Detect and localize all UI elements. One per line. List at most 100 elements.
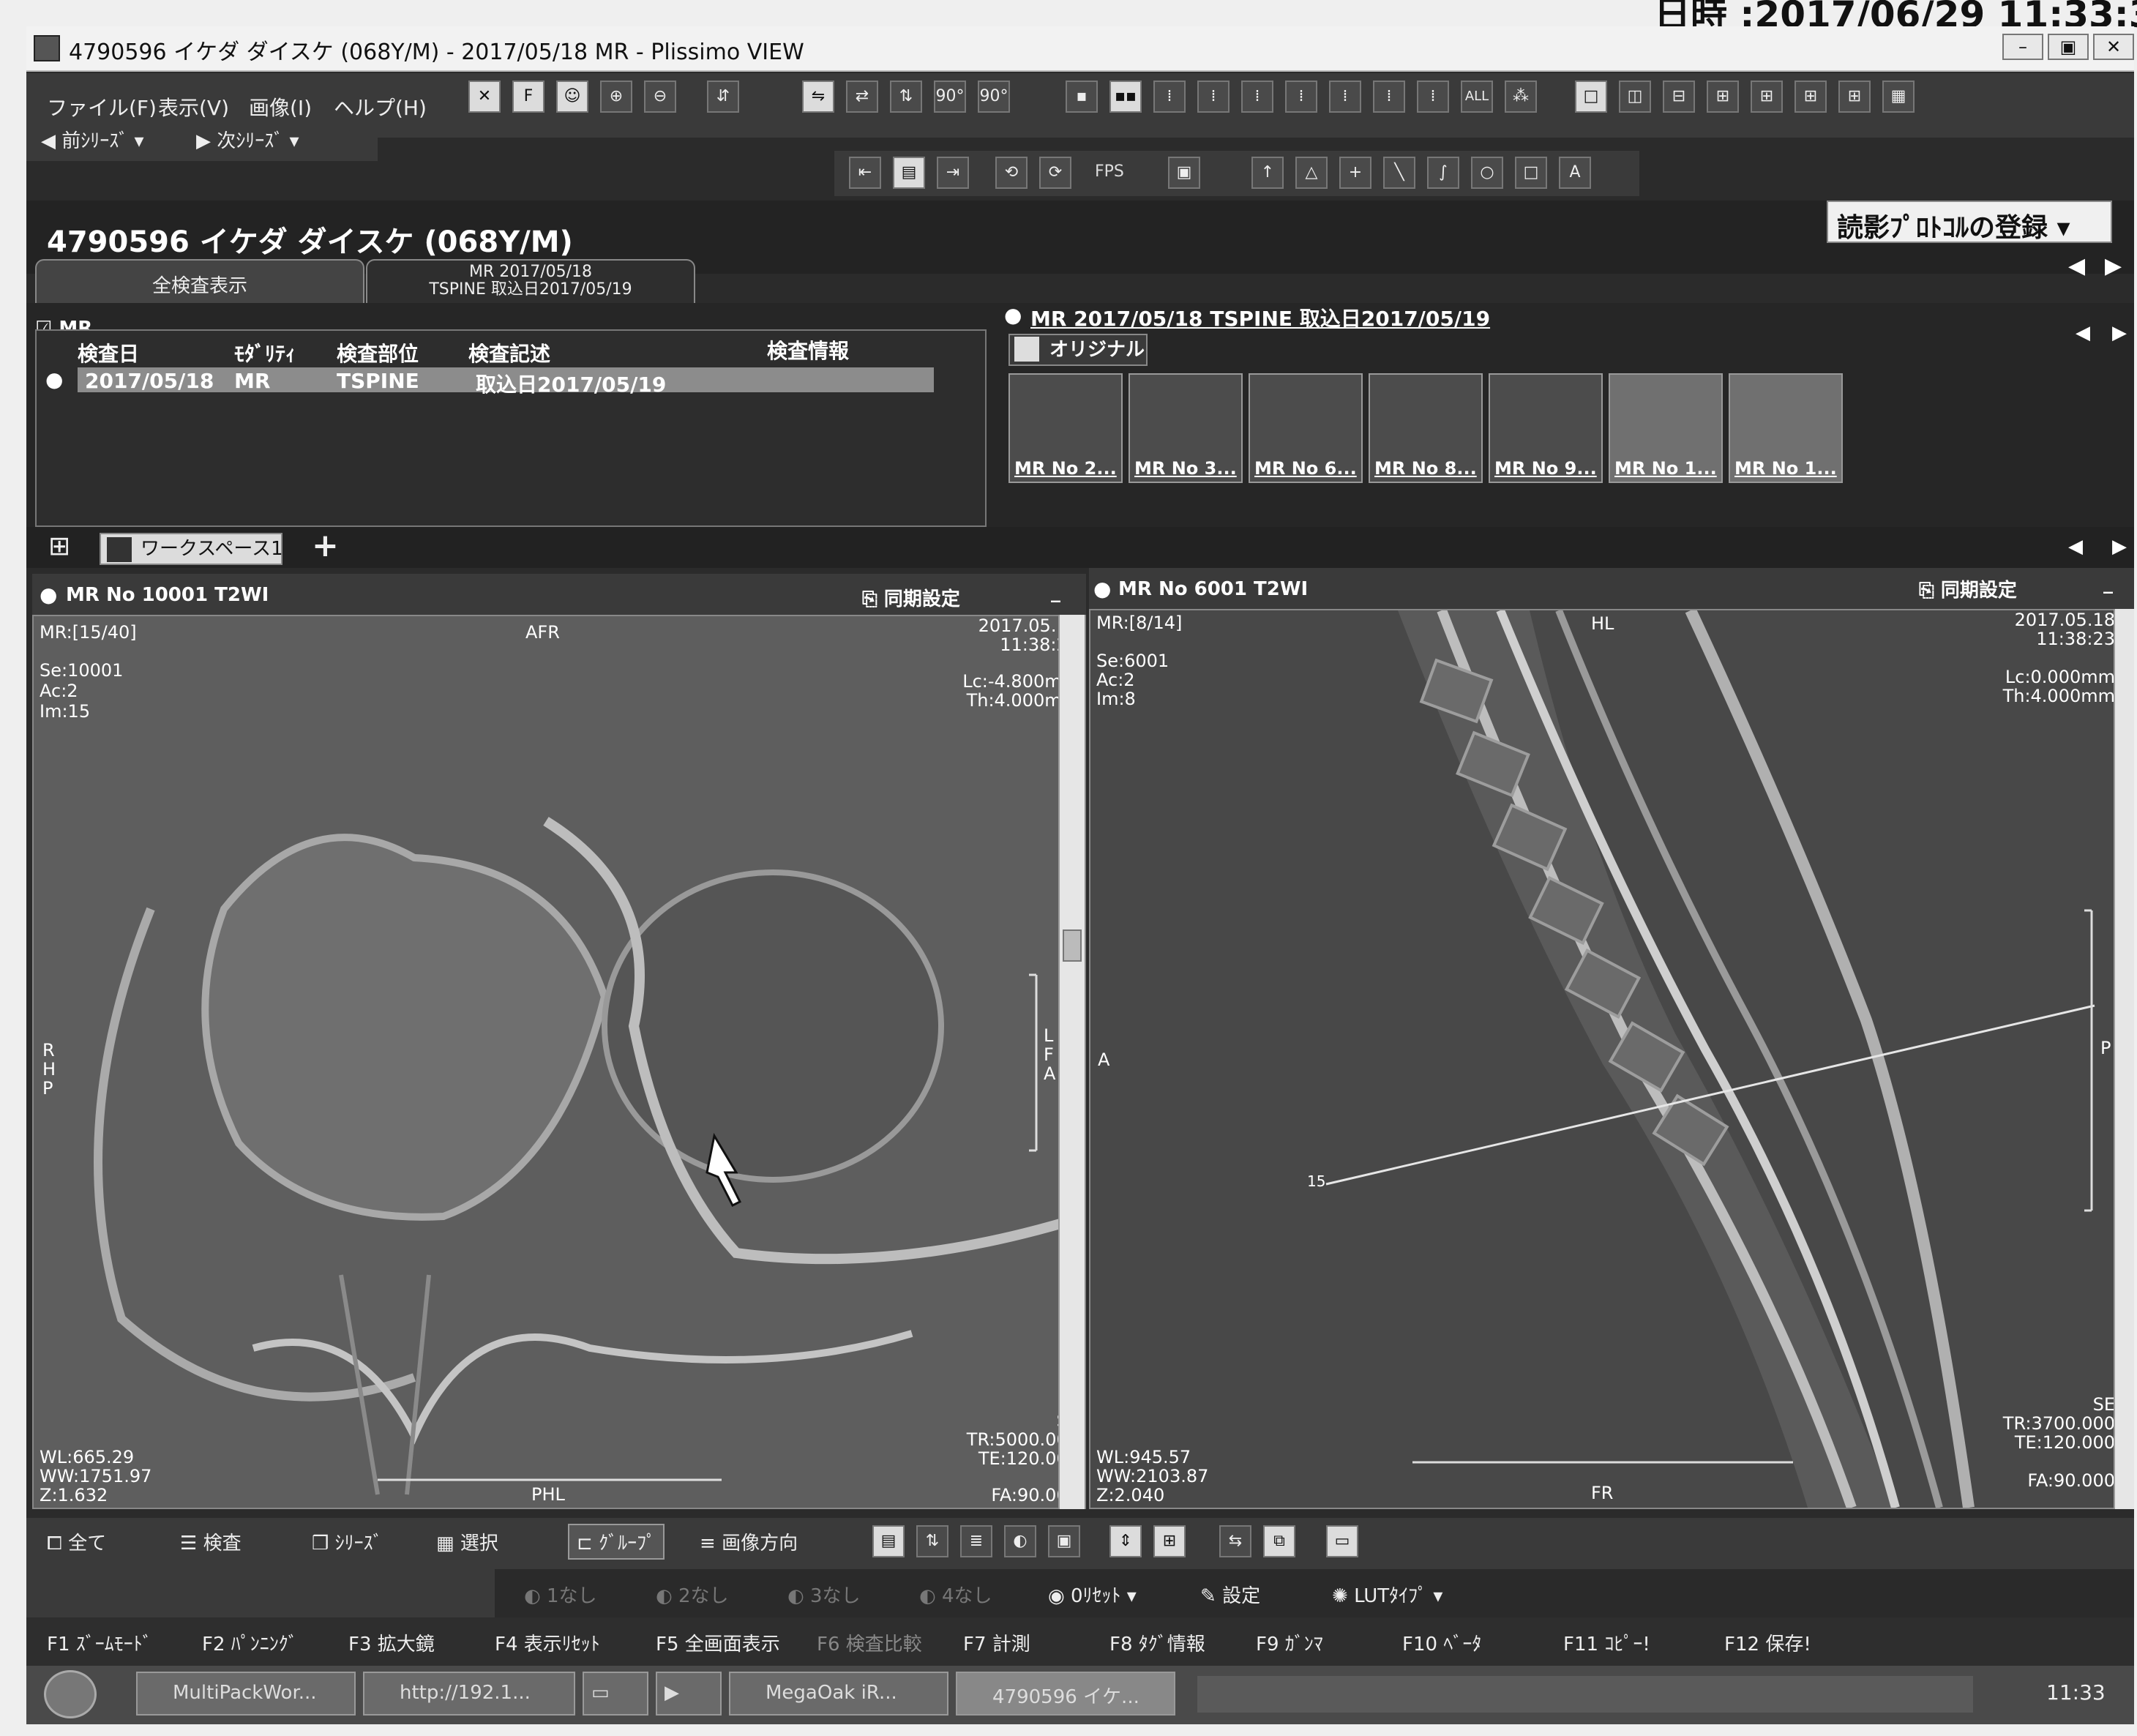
ws-scroll-right-icon[interactable]: ▶ xyxy=(2112,536,2127,558)
layout-1-icon[interactable]: ▪ xyxy=(1066,81,1098,113)
zoom-out-icon[interactable]: ⊖ xyxy=(644,81,676,113)
tab-scroll-left-icon[interactable]: ◀ xyxy=(2068,253,2085,279)
start-button[interactable] xyxy=(44,1670,97,1718)
scrollbar-thumb[interactable] xyxy=(1063,929,1082,962)
fkey-f7[interactable]: F7 計測 xyxy=(963,1629,1030,1656)
taskbar-item[interactable]: 4790596 イケ... xyxy=(956,1672,1175,1716)
grid-1x1-icon[interactable]: □ xyxy=(1575,81,1607,113)
next-series-button[interactable]: ▶ 次ｼﾘｰｽﾞ ▾ xyxy=(196,126,299,153)
layout-9-icon[interactable]: ⁞ xyxy=(1417,81,1449,113)
viewport-left[interactable]: MR:[15/40] Se:10001 Ac:2 Im:15 AFR 2017.… xyxy=(32,615,1086,1509)
grid-2x1-icon[interactable]: ⊟ xyxy=(1663,81,1695,113)
ws-scroll-left-icon[interactable]: ◀ xyxy=(2068,536,2083,558)
protocol-register-button[interactable]: 読影ﾌﾟﾛﾄｺﾙの登録 ▾ xyxy=(1827,201,2112,243)
preset-reset[interactable]: ◉ 0ﾘｾｯﾄ ▾ xyxy=(1048,1581,1137,1608)
preset-1[interactable]: ◐ 1なし xyxy=(524,1581,597,1608)
flip-icon[interactable]: ⇋ xyxy=(802,81,834,113)
fkey-f11[interactable]: F11 ｺﾋﾟｰ! xyxy=(1563,1629,1650,1656)
fps-label[interactable]: FPS xyxy=(1095,162,1124,181)
layout-8-icon[interactable]: ⁞ xyxy=(1373,81,1405,113)
angle-tool-icon[interactable]: △ xyxy=(1295,157,1328,189)
arrow-tool-icon[interactable]: ↑ xyxy=(1251,157,1284,189)
preset-2[interactable]: ◐ 2なし xyxy=(656,1581,729,1608)
rotate-right-icon[interactable]: 90° xyxy=(978,81,1010,113)
layout-4-icon[interactable]: ⁞ xyxy=(1197,81,1230,113)
rect-tool-icon[interactable]: □ xyxy=(1515,157,1547,189)
cine-last-icon[interactable]: ⇥ xyxy=(937,157,969,189)
viewport-left-scrollbar[interactable] xyxy=(1058,615,1085,1509)
fkey-f9[interactable]: F9 ｶﾞﾝﾏ xyxy=(1256,1629,1323,1656)
copy-layout-icon[interactable]: ⧉ xyxy=(1263,1525,1295,1557)
fkey-f4[interactable]: F4 表示ﾘｾｯﾄ xyxy=(495,1629,600,1656)
minimize-button[interactable]: – xyxy=(2002,34,2043,60)
tab-scroll-right-icon[interactable]: ▶ xyxy=(2105,253,2122,279)
viewport-left-sync[interactable]: ⎘ 同期設定 xyxy=(862,584,960,611)
series-thumbnail[interactable]: MR No 6... xyxy=(1249,373,1363,483)
stack-icon[interactable]: ≣ xyxy=(960,1525,992,1557)
viewport-right[interactable]: MR:[8/14] Se:6001 Ac:2 Im:8 HL 2017.05.1… xyxy=(1089,609,2134,1509)
cine-first-icon[interactable]: ⇤ xyxy=(849,157,881,189)
taskbar-item[interactable]: MultiPackWor... xyxy=(136,1672,356,1716)
sort-icon[interactable]: ⇅ xyxy=(916,1525,948,1557)
select-selection-button[interactable]: ▦ 選択 xyxy=(436,1528,498,1555)
fov-icon[interactable]: F xyxy=(512,81,544,113)
rotate-left-icon[interactable]: 90° xyxy=(934,81,966,113)
frame-icon[interactable]: ▣ xyxy=(1048,1525,1080,1557)
viewport-right-sync[interactable]: ⎘ 同期設定 xyxy=(1919,575,2017,602)
layout-2-icon[interactable]: ▪▪ xyxy=(1109,81,1142,113)
layout-7-icon[interactable]: ⁞ xyxy=(1329,81,1361,113)
fkey-f1[interactable]: F1 ｽﾞｰﾑﾓｰﾄﾞ xyxy=(47,1629,152,1656)
layout-5-icon[interactable]: ⁞ xyxy=(1241,81,1273,113)
crosshair-tool-icon[interactable]: + xyxy=(1339,157,1371,189)
layout-custom-icon[interactable]: ⁂ xyxy=(1505,81,1537,113)
fkey-f5[interactable]: F5 全画面表示 xyxy=(656,1629,780,1656)
series-thumbnail[interactable]: MR No 8... xyxy=(1369,373,1483,483)
updown-icon[interactable]: ⇕ xyxy=(1109,1525,1142,1557)
layout-3-icon[interactable]: ⁞ xyxy=(1153,81,1186,113)
tab-all-studies[interactable]: 全検査表示 xyxy=(35,259,364,303)
viewport-right-scrollbar[interactable] xyxy=(2114,609,2134,1509)
report-icon[interactable]: ▤ xyxy=(872,1525,905,1557)
contrast-icon[interactable]: ◐ xyxy=(1004,1525,1036,1557)
curve-tool-icon[interactable]: ∫ xyxy=(1427,157,1459,189)
maximize-button[interactable]: ▣ xyxy=(2048,34,2089,60)
tab-study-mr[interactable]: MR 2017/05/18 TSPINE 取込日2017/05/19 xyxy=(366,259,695,303)
text-tool-icon[interactable]: A xyxy=(1559,157,1591,189)
series-thumbnail[interactable]: MR No 2... xyxy=(1008,373,1123,483)
taskbar-folder-icon[interactable]: ▭ xyxy=(583,1672,648,1716)
person-icon[interactable]: ☺ xyxy=(556,81,588,113)
original-button[interactable]: オリジナル xyxy=(1008,334,1148,366)
series-scroll-right-icon[interactable]: ▶ xyxy=(2112,322,2127,344)
add-workspace-button[interactable]: + xyxy=(312,527,339,564)
select-study-button[interactable]: ☰ 検査 xyxy=(180,1528,242,1555)
preset-4[interactable]: ◐ 4なし xyxy=(919,1581,992,1608)
series-scroll-left-icon[interactable]: ◀ xyxy=(2076,322,2090,344)
save-icon[interactable]: ▣ xyxy=(1168,157,1200,189)
viewport-left-minimize-icon[interactable]: _ xyxy=(1051,581,1060,603)
series-thumbnail[interactable]: MR No 1... xyxy=(1729,373,1843,483)
compare-icon[interactable]: ⇆ xyxy=(1219,1525,1251,1557)
taskbar-media-icon[interactable]: ▶ xyxy=(656,1672,722,1716)
series-thumbnail[interactable]: MR No 3... xyxy=(1129,373,1243,483)
fkey-f3[interactable]: F3 拡大鏡 xyxy=(348,1629,435,1656)
cine-loop-icon[interactable]: ⟲ xyxy=(995,157,1028,189)
fkey-f2[interactable]: F2 ﾊﾟﾝﾆﾝｸﾞ xyxy=(202,1629,298,1656)
taskbar-item[interactable]: http://192.1... xyxy=(363,1672,575,1716)
layout-all-icon[interactable]: ALL xyxy=(1461,81,1493,113)
lut-type-dropdown[interactable]: ✺ LUTﾀｲﾌﾟ ▾ xyxy=(1332,1581,1443,1608)
layout-6-icon[interactable]: ⁞ xyxy=(1285,81,1317,113)
screen-icon[interactable]: ▭ xyxy=(1326,1525,1358,1557)
taskbar-item[interactable]: MegaOak iR... xyxy=(729,1672,948,1716)
tile-icon[interactable]: ⊞ xyxy=(1153,1525,1186,1557)
preset-settings[interactable]: ✎ 設定 xyxy=(1200,1581,1260,1608)
grid-2x3-icon[interactable]: ⊞ xyxy=(1751,81,1783,113)
series-thumbnail[interactable]: MR No 9... xyxy=(1489,373,1603,483)
invert-icon[interactable]: ⇅ xyxy=(890,81,922,113)
line-tool-icon[interactable]: ╲ xyxy=(1383,157,1415,189)
fkey-f12[interactable]: F12 保存! xyxy=(1724,1629,1811,1656)
close-image-icon[interactable]: ✕ xyxy=(468,81,501,113)
series-thumbnail[interactable]: MR No 1... xyxy=(1609,373,1723,483)
fkey-f10[interactable]: F10 ﾍﾞｰﾀ xyxy=(1402,1629,1481,1656)
grid-2x2-icon[interactable]: ⊞ xyxy=(1707,81,1739,113)
image-direction-button[interactable]: ≡ 画像方向 xyxy=(700,1528,798,1555)
